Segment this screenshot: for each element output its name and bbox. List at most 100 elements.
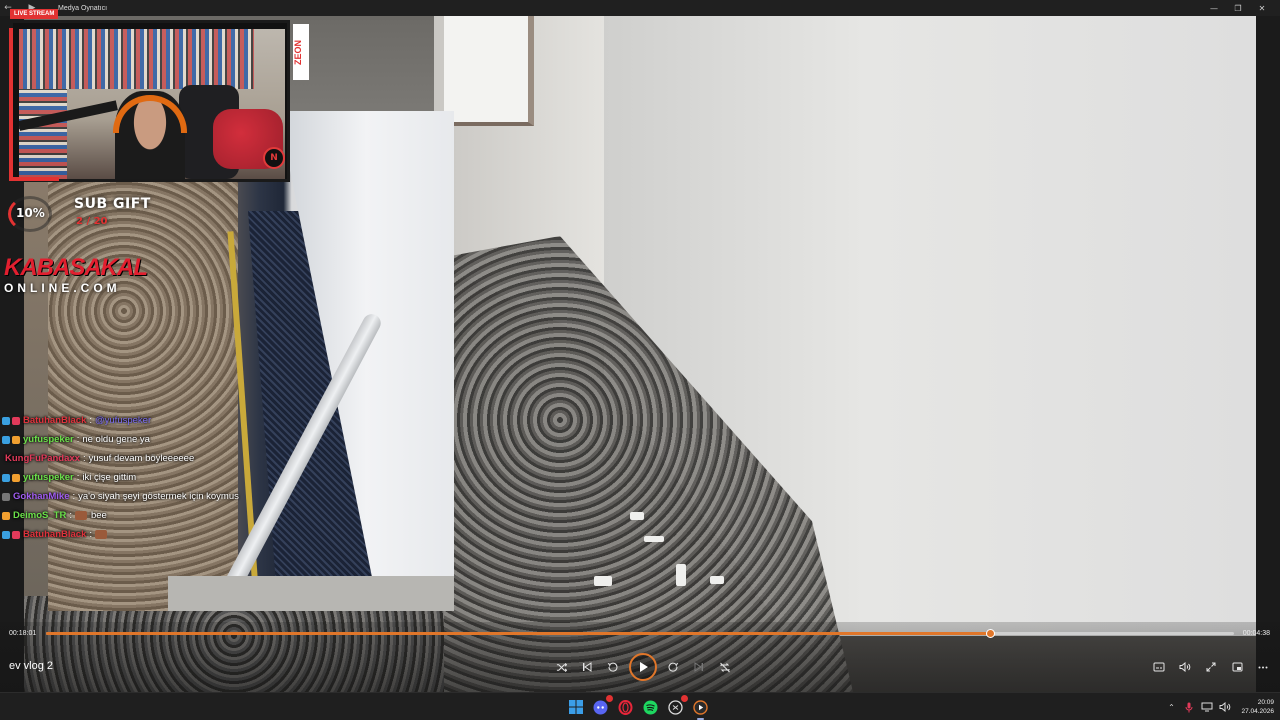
system-tray: ⌃ 20:09 27.04.2026: [1165, 693, 1274, 720]
chat-emote-icon: [74, 511, 87, 520]
taskbar-apps: [566, 695, 710, 720]
chat-badge-icon: [12, 435, 20, 444]
chat-username[interactable]: DeimoS_TR: [13, 510, 66, 521]
repeat-off-icon[interactable]: [712, 653, 738, 681]
chat-separator: :: [76, 434, 80, 445]
chat-text: yusuf devam böyleeeeee: [88, 453, 195, 464]
more-options-icon[interactable]: [1250, 653, 1276, 681]
seek-bar-thumb[interactable]: [986, 629, 996, 638]
sponsor-banner: ZEON: [293, 24, 309, 80]
media-player-app: ← ▶ Medya Oynatıcı — ❐ ✕ N LIVE STREAM Z…: [0, 0, 1280, 720]
chat-message: KungFuPandaxx: yusuf devam böyleeeeee: [2, 449, 422, 468]
sub-gift-label: SUB GIFT: [74, 196, 151, 212]
chat-separator: :: [76, 472, 80, 483]
play-icon[interactable]: [629, 653, 657, 681]
chat-username[interactable]: BatuhanBlack: [23, 415, 86, 426]
debris: [644, 536, 664, 542]
chat-username[interactable]: yufuspeker: [23, 434, 74, 445]
chat-badge-icon: [2, 511, 10, 520]
chat-message: BatuhanBlack: @yufuspeker: [2, 411, 422, 430]
chat-text: @yufuspeker: [95, 415, 152, 426]
previous-icon[interactable]: [574, 653, 600, 681]
chat-username[interactable]: KungFuPandaxx: [5, 453, 80, 464]
restore-icon[interactable]: ❐: [1226, 0, 1250, 16]
chat-text: iki çişe gittim: [82, 472, 137, 483]
chat-text: ne oldu gene ya: [82, 434, 150, 445]
opera-gx-icon[interactable]: [616, 697, 635, 717]
windows-taskbar: ⌃ 20:09 27.04.2026: [0, 692, 1280, 720]
chat-badge-icon: [2, 473, 10, 482]
window-controls: — ❐ ✕: [1202, 0, 1274, 16]
chat-badges: [2, 511, 10, 520]
webcam-overlay: N: [9, 20, 290, 182]
chat-badge-icon: [2, 416, 10, 425]
chatgpt-icon[interactable]: [666, 695, 688, 717]
debris: [710, 576, 724, 584]
chat-emote-icon: [95, 530, 107, 539]
chat-badges: [2, 530, 20, 539]
debris: [630, 512, 644, 520]
video-title: ev vlog 2: [9, 660, 54, 672]
webcam-border-accent: [9, 173, 59, 181]
clock-time: 20:09: [1257, 699, 1274, 706]
chat-separator: :: [89, 415, 92, 426]
sponsor-brand-name: KABASAKAL: [4, 254, 148, 281]
fullscreen-icon[interactable]: [1198, 653, 1224, 681]
chat-message: BatuhanBlack:: [2, 525, 422, 544]
chat-text: bee: [90, 510, 107, 521]
sub-gift-percent: 10%: [16, 206, 45, 220]
close-icon[interactable]: ✕: [1250, 0, 1274, 16]
seek-bar[interactable]: [46, 629, 1234, 638]
chat-badge-icon: [12, 416, 20, 425]
chat-separator: :: [89, 529, 92, 540]
debris: [594, 576, 612, 586]
minimize-icon[interactable]: —: [1202, 0, 1226, 16]
forward-30-icon[interactable]: [660, 653, 686, 681]
chat-text: ya'o siyah şeyi göstermek için koymus: [78, 491, 239, 502]
webcam-feed: N: [19, 29, 285, 179]
chat-username[interactable]: BatuhanBlack: [23, 529, 86, 540]
chat-separator: :: [72, 491, 76, 502]
chat-badges: [2, 416, 20, 425]
windows-start-icon[interactable]: [566, 697, 585, 717]
rewind-10-icon[interactable]: [600, 653, 626, 681]
sub-gift-count: 2 / 20: [76, 216, 108, 227]
taskbar-clock[interactable]: 20:09 27.04.2026: [1241, 698, 1274, 716]
subtitles-icon[interactable]: [1146, 653, 1172, 681]
debris: [676, 564, 686, 586]
webcam-shelf-side: [19, 89, 67, 179]
chat-username[interactable]: yufuspeker: [23, 472, 74, 483]
chat-badge-icon: [12, 473, 20, 482]
network-icon[interactable]: [1201, 701, 1213, 713]
window-title: Medya Oynatıcı: [58, 4, 108, 12]
chat-badge-icon: [2, 435, 10, 444]
scene-window: [444, 16, 534, 126]
media-player-icon[interactable]: [691, 697, 710, 720]
title-bar: ← ▶ Medya Oynatıcı — ❐ ✕: [0, 0, 1280, 16]
next-icon[interactable]: [686, 653, 712, 681]
total-time: 00:04:38: [1242, 630, 1270, 637]
webcam-border-accent: [9, 28, 25, 178]
spotify-icon[interactable]: [641, 697, 660, 717]
microphone-icon[interactable]: [1183, 701, 1195, 713]
chat-message: DeimoS_TR: bee: [2, 506, 422, 525]
clock-date: 27.04.2026: [1241, 708, 1274, 715]
miniplayer-icon[interactable]: [1224, 653, 1250, 681]
live-stream-badge: LIVE STREAM: [10, 9, 59, 19]
current-time: 00:18:01: [9, 630, 37, 637]
chat-message: yufuspeker: iki çişe gittim: [2, 468, 422, 487]
view-controls: [1146, 653, 1276, 681]
chevron-up-icon[interactable]: ⌃: [1165, 701, 1177, 713]
chat-badges: [2, 435, 20, 444]
shuffle-icon[interactable]: [548, 653, 574, 681]
discord-icon[interactable]: [591, 695, 613, 717]
chat-separator: :: [69, 510, 72, 521]
chat-message: yufuspeker: ne oldu gene ya: [2, 430, 422, 449]
volume-icon[interactable]: [1219, 701, 1231, 713]
chat-username[interactable]: GokhanMike: [13, 491, 70, 502]
channel-logo-icon: N: [263, 147, 285, 169]
volume-icon[interactable]: [1172, 653, 1198, 681]
chat-badge-icon: [2, 530, 10, 539]
chat-badge-icon: [2, 492, 10, 501]
playback-controls: [548, 653, 738, 681]
